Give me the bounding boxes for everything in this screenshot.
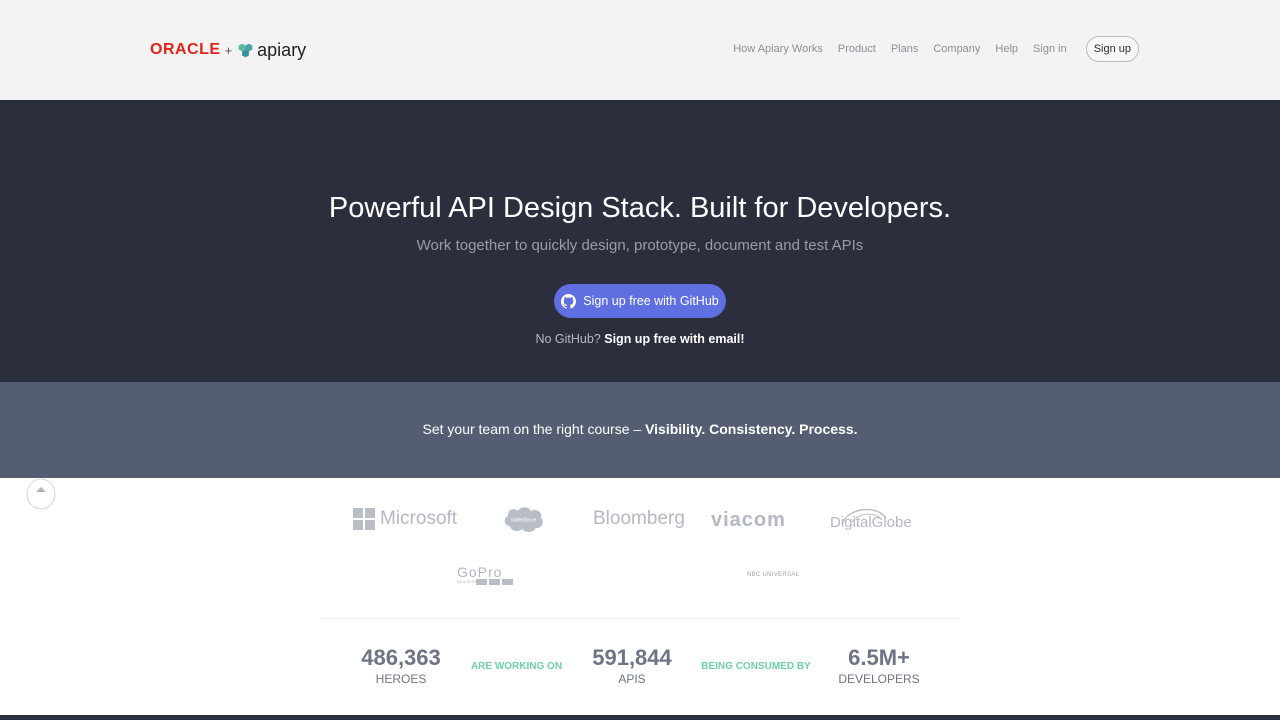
logo-plus: + xyxy=(224,42,233,58)
heroes-count: 486,363 xyxy=(361,645,441,670)
nav-company[interactable]: Company xyxy=(933,43,980,55)
gopro-logo: GoPro xyxy=(457,564,503,580)
oracle-apiary-logo[interactable]: ORACLE + apiary xyxy=(150,38,306,62)
nav-product[interactable]: Product xyxy=(838,43,876,55)
hero-subtitle: Work together to quickly design, prototy… xyxy=(416,237,864,254)
github-signup-button[interactable]: Sign up free with GitHub xyxy=(554,284,726,318)
stats-connector-consumed-by: BEING CONSUMED BY xyxy=(701,661,811,672)
nav-plans[interactable]: Plans xyxy=(891,43,919,55)
heroes-label: HEROES xyxy=(375,672,427,686)
developers-count: 6.5M+ xyxy=(848,645,910,670)
developers-label: DEVELOPERS xyxy=(838,672,920,686)
oracle-logo-text: ORACLE xyxy=(150,41,221,58)
no-github-text: No GitHub? xyxy=(535,332,601,346)
microsoft-windows-icon xyxy=(353,508,375,530)
apis-label: APIS xyxy=(618,672,646,686)
section-divider xyxy=(320,618,960,619)
tagline-lead: Set your team on the right course – xyxy=(422,421,642,437)
microsoft-logo: Microsoft xyxy=(353,508,457,530)
viacom-logo: viacom xyxy=(711,509,786,531)
footer-strip xyxy=(0,715,1280,720)
salesforce-logo: salesforce xyxy=(504,507,543,532)
hero-section: Powerful API Design Stack. Built for Dev… xyxy=(0,100,1280,382)
gopro-blocks-icon xyxy=(476,579,513,585)
stats-connector-working-on: ARE WORKING ON xyxy=(470,661,563,672)
nav-how-apiary-works[interactable]: How Apiary Works xyxy=(733,43,823,55)
email-signup-line: No GitHub? Sign up free with email! xyxy=(0,332,1280,346)
nav-sign-in[interactable]: Sign in xyxy=(1033,43,1067,55)
github-icon xyxy=(561,293,577,309)
sign-up-button[interactable]: Sign up xyxy=(1085,36,1139,62)
site-header: ORACLE + apiary How Apiary Works Product… xyxy=(0,0,1280,100)
main-nav: How Apiary Works Product Plans Company H… xyxy=(733,36,1139,62)
nbc-universal-logo: NBC UNIVERSAL xyxy=(747,572,800,578)
nbc-universal-globe-icon xyxy=(26,478,56,510)
apis-count: 591,844 xyxy=(592,645,672,670)
bloomberg-logo: Bloomberg xyxy=(593,508,685,529)
customer-logos: Microsoft salesforce Bloomberg viacom Di… xyxy=(0,478,1280,618)
microsoft-logo-text: Microsoft xyxy=(380,508,458,529)
email-signup-link[interactable]: Sign up free with email! xyxy=(604,332,744,346)
nav-help[interactable]: Help xyxy=(995,43,1018,55)
hero-title: Powerful API Design Stack. Built for Dev… xyxy=(328,192,952,224)
tagline: Set your team on the right course – Visi… xyxy=(0,421,1280,437)
tagline-band: Set your team on the right course – Visi… xyxy=(0,382,1280,478)
tagline-bold: Visibility. Consistency. Process. xyxy=(645,421,858,437)
github-signup-label: Sign up free with GitHub xyxy=(583,294,719,308)
apiary-logo-icon xyxy=(238,43,253,57)
digitalglobe-logo: DigitalGlobe xyxy=(830,514,912,531)
apiary-logo-text: apiary xyxy=(257,39,307,60)
salesforce-logo-text: salesforce xyxy=(511,518,536,524)
